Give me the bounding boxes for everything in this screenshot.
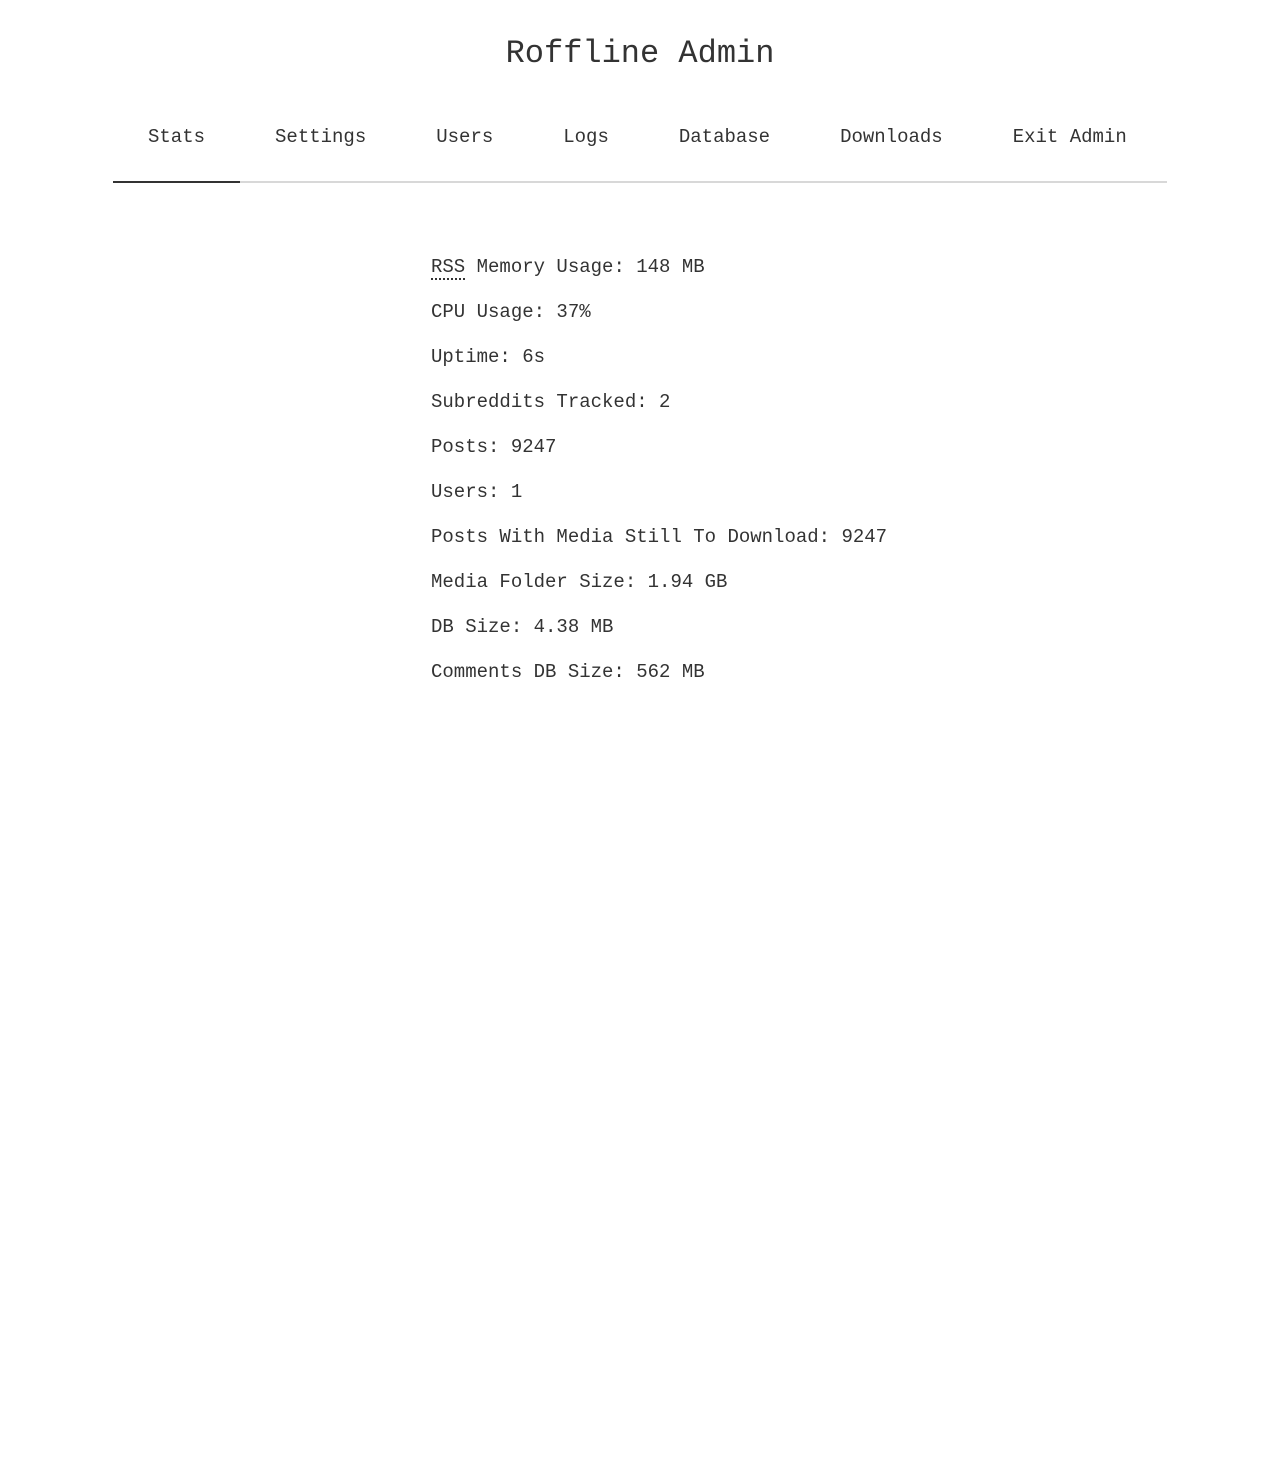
- stat-label: Uptime:: [431, 346, 523, 368]
- stat-label: DB Size:: [431, 616, 534, 638]
- stat-label: Posts:: [431, 436, 511, 458]
- page-title: Roffline Admin: [505, 35, 775, 72]
- stat-value: 1: [510, 481, 523, 503]
- stat-label: Subreddits Tracked:: [431, 391, 660, 413]
- stat-value: 9247: [841, 526, 888, 548]
- stat-label: CPU Usage:: [431, 301, 557, 323]
- stat-db-size: DB Size: 4.38 MB: [431, 612, 887, 642]
- stat-pending-media: Posts With Media Still To Download: 9247: [431, 522, 887, 552]
- tab-users[interactable]: Users: [401, 108, 528, 181]
- stat-value: 37%: [556, 301, 591, 323]
- tab-stats[interactable]: Stats: [113, 108, 241, 183]
- stat-label: Posts With Media Still To Download:: [431, 526, 842, 548]
- stat-subreddits-tracked: Subreddits Tracked: 2: [431, 387, 887, 417]
- stat-uptime: Uptime: 6s: [431, 342, 887, 372]
- stat-label: Memory Usage:: [465, 256, 637, 278]
- admin-tab-bar: Stats Settings Users Logs Database Downl…: [113, 108, 1167, 183]
- stat-cpu-usage: CPU Usage: 37%: [431, 297, 887, 327]
- stat-media-folder-size: Media Folder Size: 1.94 GB: [431, 567, 887, 597]
- stat-users: Users: 1: [431, 477, 887, 507]
- stat-value: 1.94 GB: [647, 571, 728, 593]
- stat-value: 562 MB: [636, 661, 705, 683]
- stat-label: Users:: [431, 481, 511, 503]
- rss-abbreviation: RSS: [431, 256, 466, 280]
- tab-exit-admin[interactable]: Exit Admin: [978, 108, 1162, 181]
- stat-value: 4.38 MB: [533, 616, 614, 638]
- stat-value: 9247: [510, 436, 557, 458]
- tab-database[interactable]: Database: [644, 108, 805, 181]
- stat-comments-db-size: Comments DB Size: 562 MB: [431, 657, 887, 687]
- stats-list: RSS Memory Usage: 148 MB CPU Usage: 37% …: [431, 252, 887, 702]
- stat-value: 6s: [522, 346, 546, 368]
- tab-logs[interactable]: Logs: [528, 108, 644, 181]
- tab-settings[interactable]: Settings: [240, 108, 401, 181]
- stat-posts: Posts: 9247: [431, 432, 887, 462]
- stat-label: Comments DB Size:: [431, 661, 637, 683]
- stat-label: Media Folder Size:: [431, 571, 648, 593]
- tab-downloads[interactable]: Downloads: [805, 108, 978, 181]
- stat-value: 2: [659, 391, 671, 413]
- stat-value: 148 MB: [636, 256, 705, 278]
- stat-rss-memory: RSS Memory Usage: 148 MB: [431, 252, 887, 282]
